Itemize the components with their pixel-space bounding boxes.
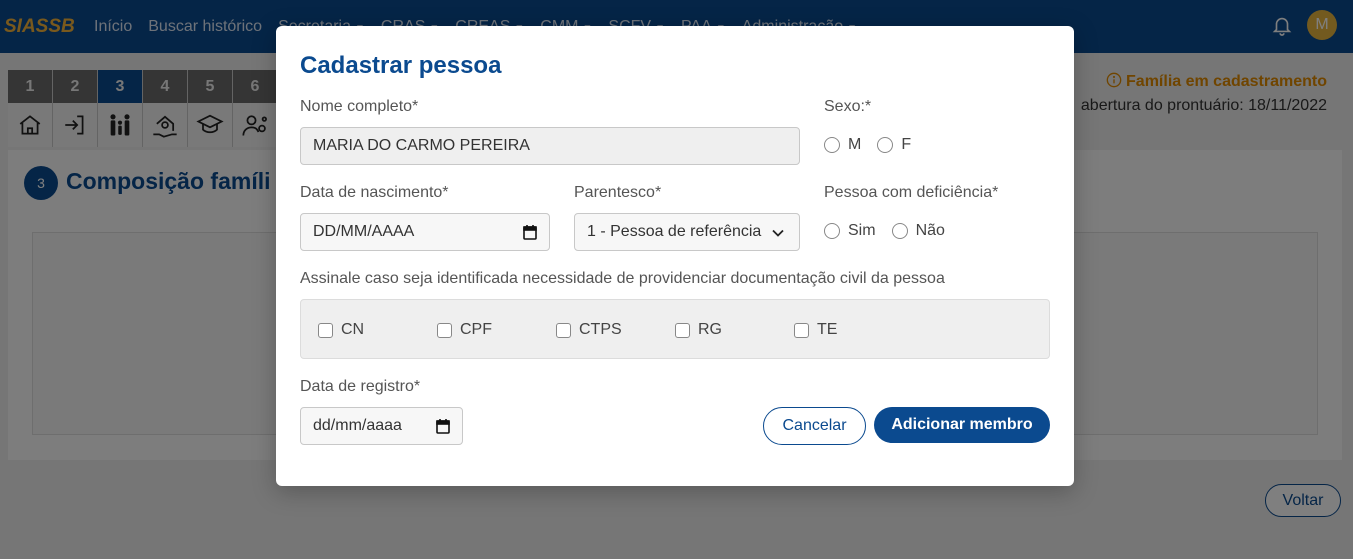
doc-checkbox-rg[interactable]: RG (675, 321, 722, 339)
civil-docs-label: Assinale caso seja identificada necessid… (300, 270, 945, 287)
sex-radio-m[interactable] (824, 137, 840, 153)
chevron-down-icon (772, 229, 784, 237)
register-person-modal: Cadastrar pessoa Nome completo* MARIA DO… (276, 26, 1074, 486)
disability-label: Pessoa com deficiência* (824, 184, 999, 201)
birth-date-input[interactable]: DD/MM/AAAA (300, 213, 550, 251)
calendar-icon[interactable] (523, 224, 537, 240)
registration-date-input[interactable]: dd/mm/aaaa (300, 407, 463, 445)
add-member-button[interactable]: Adicionar membro (874, 407, 1050, 443)
full-name-label: Nome completo* (300, 98, 419, 115)
disability-radio-group: Sim Não (824, 222, 961, 240)
cancel-button[interactable]: Cancelar (763, 407, 866, 445)
disability-radio-nao[interactable] (891, 223, 908, 239)
relationship-label: Parentesco* (574, 184, 662, 201)
doc-checkbox-cn[interactable]: CN (318, 321, 364, 339)
sex-radio-group: M F (824, 136, 927, 154)
sex-radio-f[interactable] (877, 137, 894, 153)
doc-checkbox-ctps[interactable]: CTPS (556, 321, 622, 339)
civil-docs-box: CN CPF CTPS RG TE (300, 299, 1050, 359)
sex-label: Sexo:* (824, 98, 872, 115)
doc-checkbox-cpf[interactable]: CPF (437, 321, 492, 339)
disability-radio-sim[interactable] (824, 223, 840, 239)
modal-title: Cadastrar pessoa (300, 52, 502, 79)
full-name-input[interactable]: MARIA DO CARMO PEREIRA (300, 127, 800, 165)
doc-checkbox-te[interactable]: TE (794, 321, 837, 339)
calendar-icon[interactable] (436, 418, 450, 434)
registration-date-label: Data de registro* (300, 378, 421, 395)
birth-date-label: Data de nascimento* (300, 184, 449, 201)
relationship-select[interactable]: 1 - Pessoa de referência (574, 213, 800, 251)
